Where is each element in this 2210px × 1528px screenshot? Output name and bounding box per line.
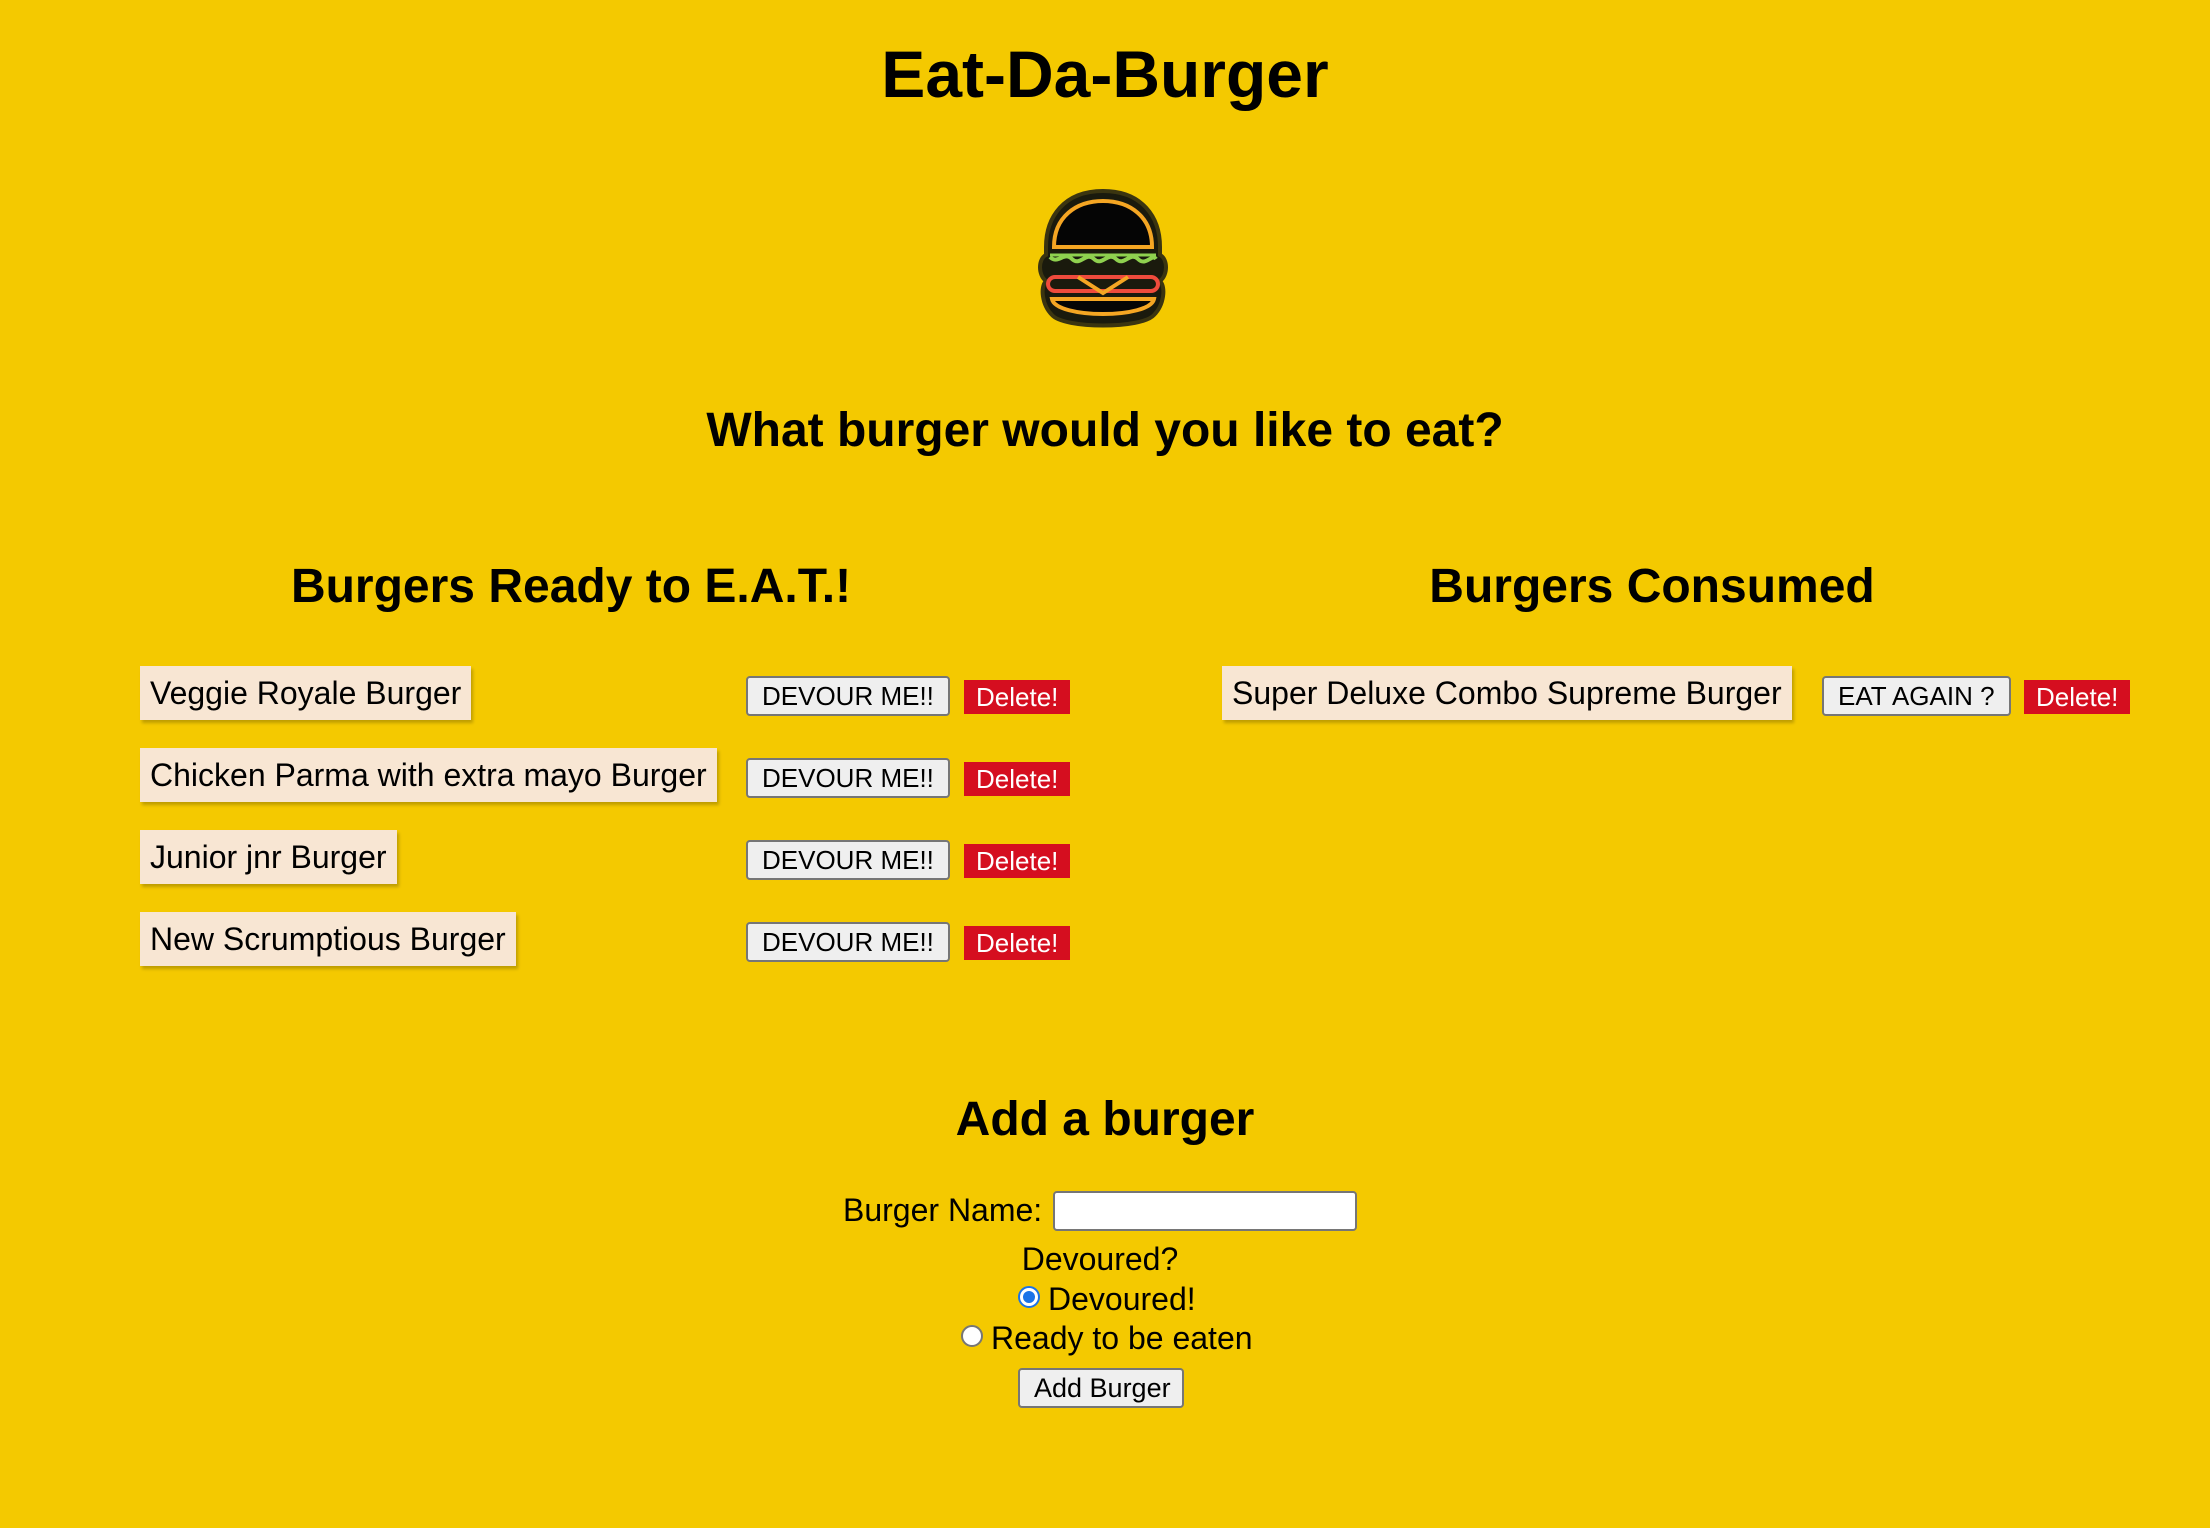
- devour-button[interactable]: DEVOUR ME!!: [746, 840, 950, 880]
- list-item: Super Deluxe Combo Supreme Burger: [1222, 666, 1792, 720]
- burger-name-label: Burger Name:: [843, 1192, 1043, 1228]
- add-burger-heading: Add a burger: [955, 1093, 1255, 1146]
- add-burger-button[interactable]: Add Burger: [1018, 1368, 1184, 1408]
- devoured-radio[interactable]: [1018, 1286, 1040, 1308]
- delete-button[interactable]: Delete!: [964, 926, 1071, 960]
- devoured-option-label: Devoured!: [1048, 1281, 1196, 1317]
- devour-button[interactable]: DEVOUR ME!!: [746, 676, 950, 716]
- ready-burgers-heading: Burgers Ready to E.A.T.!: [290, 560, 852, 613]
- ready-option-label: Ready to be eaten: [991, 1320, 1253, 1356]
- list-item: Veggie Royale Burger: [140, 666, 472, 720]
- burger-name-input[interactable]: [1053, 1191, 1357, 1231]
- devour-button[interactable]: DEVOUR ME!!: [746, 922, 950, 962]
- ready-radio[interactable]: [961, 1325, 983, 1347]
- list-item: Chicken Parma with extra mayo Burger: [140, 748, 717, 802]
- devour-button[interactable]: DEVOUR ME!!: [746, 758, 950, 798]
- neon-burger-icon: [1038, 188, 1168, 328]
- eat-again-button[interactable]: EAT AGAIN ?: [1822, 676, 2011, 716]
- delete-button[interactable]: Delete!: [964, 762, 1071, 796]
- delete-button[interactable]: Delete!: [2024, 680, 2131, 714]
- page-title: Eat-Da-Burger: [881, 37, 1329, 111]
- delete-button[interactable]: Delete!: [964, 844, 1071, 878]
- prompt-heading: What burger would you like to eat?: [706, 404, 1504, 457]
- devoured-question: Devoured?: [1021, 1241, 1179, 1277]
- delete-button[interactable]: Delete!: [964, 680, 1071, 714]
- list-item: Junior jnr Burger: [140, 830, 397, 884]
- list-item: New Scrumptious Burger: [140, 912, 516, 966]
- consumed-burgers-heading: Burgers Consumed: [1429, 560, 1875, 613]
